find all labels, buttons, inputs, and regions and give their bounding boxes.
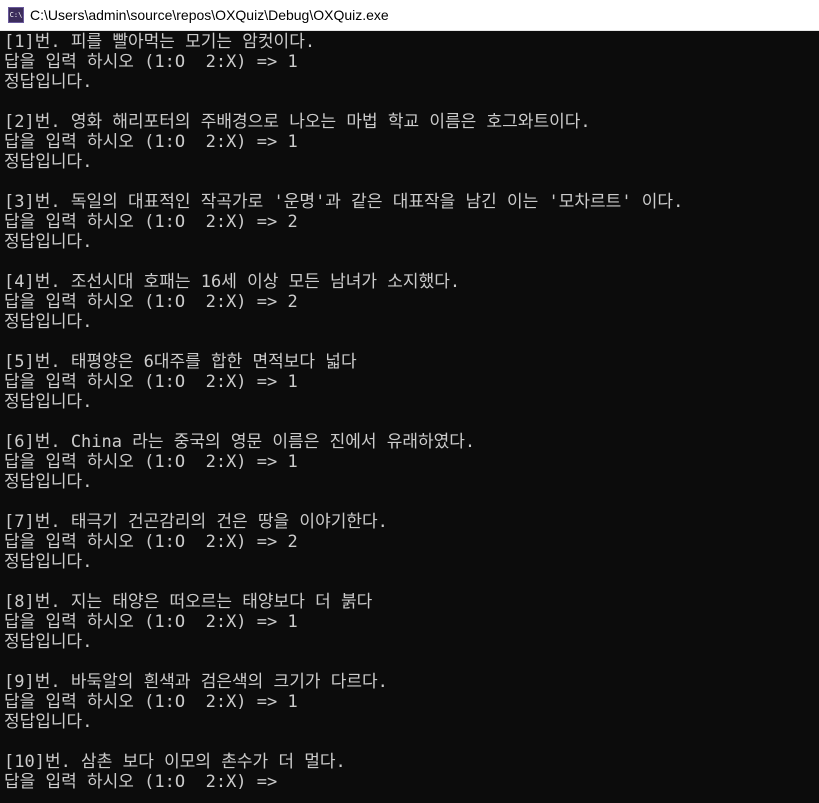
question-line: [3]번. 독일의 대표적인 작곡가로 '운명'과 같은 대표작을 남긴 이는 … [4, 192, 684, 212]
result-line: 정답입니다. [4, 552, 93, 572]
question-line: [2]번. 영화 해리포터의 주배경으로 나오는 마법 학교 이름은 호그와트이… [4, 112, 591, 132]
answer-prompt-line: 답을 입력 하시오 (1:O 2:X) => 1 [4, 452, 298, 472]
answer-prompt-line: 답을 입력 하시오 (1:O 2:X) => 1 [4, 692, 298, 712]
answer-input-line[interactable]: 답을 입력 하시오 (1:O 2:X) => [4, 772, 819, 792]
console-app-icon: C:\ [8, 7, 24, 23]
answer-prompt-line: 답을 입력 하시오 (1:O 2:X) => 1 [4, 612, 298, 632]
question-line: [7]번. 태극기 건곤감리의 건은 땅을 이야기한다. [4, 512, 388, 532]
answer-prompt-line: 답을 입력 하시오 (1:O 2:X) => 2 [4, 212, 298, 232]
question-line: [1]번. 피를 빨아먹는 모기는 암컷이다. [4, 32, 316, 52]
question-line: [10]번. 삼촌 보다 이모의 촌수가 더 멀다. [4, 752, 346, 772]
result-line: 정답입니다. [4, 472, 93, 492]
console-output[interactable]: [1]번. 피를 빨아먹는 모기는 암컷이다. 답을 입력 하시오 (1:O 2… [0, 31, 819, 803]
question-line: [6]번. China 라는 중국의 영문 이름은 진에서 유래하였다. [4, 432, 476, 452]
result-line: 정답입니다. [4, 312, 93, 332]
result-line: 정답입니다. [4, 232, 93, 252]
question-line: [4]번. 조선시대 호패는 16세 이상 모든 남녀가 소지했다. [4, 272, 461, 292]
answer-prompt-line: 답을 입력 하시오 (1:O 2:X) => 2 [4, 532, 298, 552]
window-title: C:\Users\admin\source\repos\OXQuiz\Debug… [30, 7, 389, 23]
question-line: [5]번. 태평양은 6대주를 합한 면적보다 넓다 [4, 352, 357, 372]
answer-prompt-line: 답을 입력 하시오 (1:O 2:X) => 2 [4, 292, 298, 312]
result-line: 정답입니다. [4, 152, 93, 172]
question-line: [8]번. 지는 태양은 떠오르는 태양보다 더 붉다 [4, 592, 373, 612]
answer-prompt-line: 답을 입력 하시오 (1:O 2:X) => 1 [4, 132, 298, 152]
answer-prompt-line: 답을 입력 하시오 (1:O 2:X) => 1 [4, 372, 298, 392]
result-line: 정답입니다. [4, 72, 93, 92]
title-bar[interactable]: C:\ C:\Users\admin\source\repos\OXQuiz\D… [0, 0, 819, 31]
result-line: 정답입니다. [4, 712, 93, 732]
question-line: [9]번. 바둑알의 흰색과 검은색의 크기가 다르다. [4, 672, 388, 692]
console-window: C:\ C:\Users\admin\source\repos\OXQuiz\D… [0, 0, 819, 803]
result-line: 정답입니다. [4, 392, 93, 412]
answer-prompt-line: 답을 입력 하시오 (1:O 2:X) => 1 [4, 52, 298, 72]
result-line: 정답입니다. [4, 632, 93, 652]
